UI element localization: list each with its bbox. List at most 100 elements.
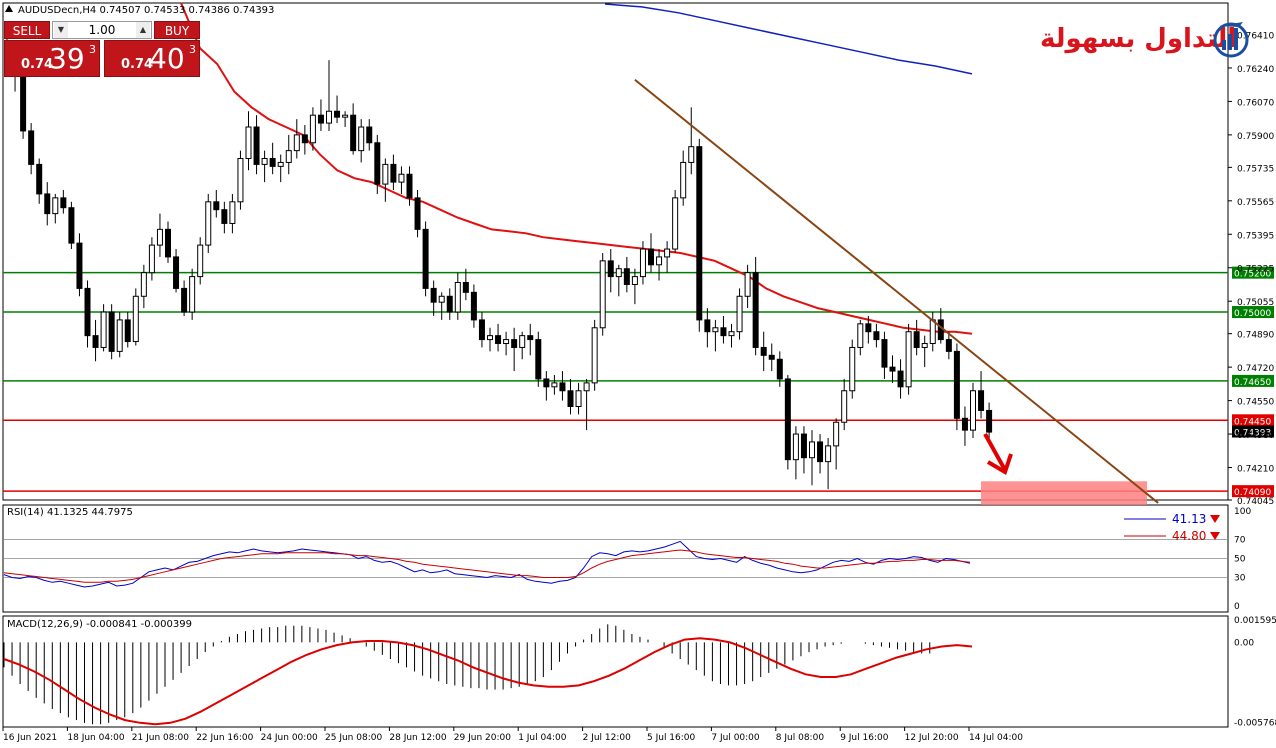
candle-bear (221, 209, 228, 224)
price-tick-label: 0.74380 (1237, 431, 1274, 441)
one-click-trading-panel: SELL ▼ 1.00 ▲ BUY 0.74 39 3 0.74 40 3 (4, 21, 200, 77)
candle-bull (599, 260, 606, 329)
candle-bull (833, 421, 840, 447)
candle-bull (656, 256, 663, 266)
rsi-title: RSI(14) 41.1325 44.7975 (7, 507, 133, 518)
candle-bear (350, 114, 357, 152)
price-tick-label: 0.75055 (1237, 298, 1274, 308)
candle-bull (639, 248, 646, 278)
candle-bear (124, 319, 131, 343)
buy-price-box[interactable]: 0.74 40 3 (104, 40, 200, 77)
lot-increase-icon[interactable]: ▲ (136, 22, 150, 38)
lot-decrease-icon[interactable]: ▼ (54, 22, 68, 38)
rsi-legend-value-1: 41.13 (1172, 512, 1206, 526)
candle-bear (511, 339, 518, 348)
candle-bear (760, 346, 767, 356)
lot-size-value: 1.00 (88, 23, 116, 37)
buy-price-main: 40 (149, 42, 185, 75)
candle-bull (503, 339, 510, 345)
price-tick-label: 0.74045 (1237, 497, 1274, 507)
candle-bear (414, 197, 421, 230)
candle-bull (929, 319, 936, 345)
candle-bear (60, 197, 67, 209)
candle-bull (116, 319, 123, 352)
lot-size-input[interactable]: ▼ 1.00 ▲ (52, 21, 152, 39)
sell-price-sup: 3 (89, 43, 96, 56)
candle-bull (688, 146, 695, 163)
candle-bull (519, 335, 526, 348)
macd-tick-label: 0.00 (1234, 638, 1254, 648)
candle-bull (285, 150, 292, 163)
brand-logo: التداول بسهولة (1040, 18, 1255, 62)
candle-bear (108, 311, 115, 352)
candle-bull (792, 433, 799, 461)
sell-button[interactable]: SELL (4, 21, 50, 39)
candle-bull (664, 248, 671, 258)
panel-frame-0 (2, 2, 1229, 501)
candle-bull (454, 282, 461, 313)
chart-title: AUDUSDecn,H4 0.74507 0.74533 0.74386 0.7… (18, 5, 274, 16)
candle-bull (680, 161, 687, 199)
candle-bull (970, 390, 976, 431)
candle-bear (623, 268, 630, 285)
candle-bull (841, 390, 848, 423)
price-tick-label: 0.76240 (1237, 65, 1274, 75)
candle-bear (301, 134, 308, 144)
candle-bear (36, 163, 43, 195)
buy-button[interactable]: BUY (154, 21, 200, 39)
brand-logo-text: التداول بسهولة (1040, 24, 1237, 54)
time-tick-label: 7 Jul 00:00 (711, 733, 760, 743)
candle-bull (905, 331, 912, 388)
price-tick-label: 0.75565 (1237, 198, 1274, 208)
trading-chart: 0.752000.750000.746500.744500.740900.743… (0, 0, 1276, 748)
candle-bear (913, 331, 920, 348)
rsi-tick-label: 100 (1234, 507, 1251, 517)
candle-bull (583, 382, 590, 392)
rsi-legend-value-2: 44.80 (1172, 529, 1206, 543)
time-tick-label: 9 Jul 16:00 (840, 733, 889, 743)
sell-price-box[interactable]: 0.74 39 3 (4, 40, 100, 77)
candle-bear (776, 358, 783, 380)
candle-bull (237, 157, 244, 203)
candle-bear (607, 260, 614, 278)
candle-bull (825, 445, 832, 463)
candle-bear (478, 319, 485, 341)
candle-bear (181, 287, 188, 313)
candle-bear (817, 441, 824, 463)
time-tick-label: 29 Jun 20:00 (454, 733, 511, 743)
time-tick-label: 8 Jul 08:00 (776, 733, 825, 743)
candle-bull (438, 295, 445, 303)
candle-bear (953, 350, 960, 419)
macd-tick-label: 0.001595 (1234, 616, 1276, 626)
candle-bear (889, 366, 896, 372)
time-tick-label: 18 Jun 04:00 (67, 733, 124, 743)
candle-bull (744, 272, 751, 297)
candle-bear (68, 207, 75, 244)
candle-bear (527, 335, 534, 341)
time-tick-label: 2 Jul 12:00 (583, 733, 632, 743)
time-tick-label: 14 Jul 04:00 (969, 733, 1023, 743)
candle-bull (736, 295, 743, 333)
candle-bull (398, 173, 405, 183)
time-tick-label: 24 Jun 00:00 (261, 733, 318, 743)
price-tick-label: 0.75900 (1237, 132, 1274, 142)
candle-bear (881, 339, 888, 368)
price-tick-label: 0.74890 (1237, 331, 1274, 341)
candle-bear (406, 173, 413, 199)
candle-bull (156, 228, 163, 246)
candle-bull (809, 441, 815, 459)
candle-bear (897, 370, 904, 388)
time-tick-label: 25 Jun 08:00 (325, 733, 382, 743)
buy-price-sup: 3 (189, 43, 196, 56)
candle-bull (261, 157, 268, 165)
candle-bull (148, 244, 155, 274)
candle-bear (567, 390, 574, 408)
candle-bull (382, 163, 389, 185)
candle-bull (575, 390, 582, 408)
candle-bear (422, 228, 429, 289)
candle-bear (752, 272, 759, 348)
candle-bull (205, 201, 212, 246)
candle-bull (140, 272, 147, 297)
candle-bear (366, 126, 373, 144)
candle-bull (342, 114, 349, 118)
